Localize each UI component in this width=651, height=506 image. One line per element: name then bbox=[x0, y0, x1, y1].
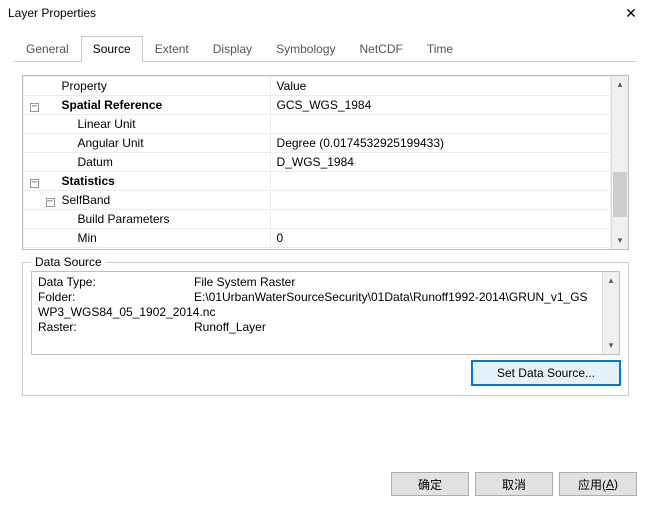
scroll-down-icon[interactable]: ▾ bbox=[612, 232, 628, 249]
tab-time[interactable]: Time bbox=[415, 36, 465, 62]
tab-extent[interactable]: Extent bbox=[143, 36, 201, 62]
scrollbar-vertical[interactable]: ▴ ▾ bbox=[611, 76, 628, 249]
row-linear-unit[interactable]: Linear Unit bbox=[24, 115, 611, 134]
title-bar: Layer Properties ✕ bbox=[0, 0, 651, 26]
prop-value bbox=[270, 172, 610, 191]
row-build-parameters[interactable]: Build Parameters bbox=[24, 210, 611, 229]
prop-label: Spatial Reference bbox=[56, 96, 271, 115]
close-icon[interactable]: ✕ bbox=[617, 3, 645, 23]
tab-strip: General Source Extent Display Symbology … bbox=[14, 36, 637, 62]
collapse-icon[interactable]: − bbox=[46, 198, 55, 207]
header-property: Property bbox=[56, 77, 271, 96]
prop-value: Degree (0.0174532925199433) bbox=[270, 134, 610, 153]
row-selfband[interactable]: − SelfBand bbox=[24, 191, 611, 210]
tab-symbology[interactable]: Symbology bbox=[264, 36, 347, 62]
property-grid[interactable]: Property Value − Spatial Reference GCS_W… bbox=[22, 75, 629, 250]
data-source-content: Data Type: File System Raster Folder:E:\… bbox=[32, 272, 602, 354]
row-angular-unit[interactable]: Angular Unit Degree (0.0174532925199433) bbox=[24, 134, 611, 153]
scroll-down-icon[interactable]: ▾ bbox=[603, 337, 619, 354]
scroll-up-icon[interactable]: ▴ bbox=[612, 76, 628, 93]
tab-netcdf[interactable]: NetCDF bbox=[348, 36, 415, 62]
tab-general[interactable]: General bbox=[14, 36, 81, 62]
ok-button[interactable]: 确定 bbox=[391, 472, 469, 496]
ds-row-datatype: Data Type: File System Raster bbox=[38, 275, 596, 290]
apply-button[interactable]: 应用(A) bbox=[559, 472, 637, 496]
data-source-group: Data Source Data Type: File System Raste… bbox=[22, 262, 629, 396]
ds-value: File System Raster bbox=[194, 275, 295, 290]
row-datum[interactable]: Datum D_WGS_1984 bbox=[24, 153, 611, 172]
dialog-button-bar: 确定 取消 应用(A) bbox=[391, 472, 637, 496]
row-max[interactable]: Max 17.31721496582031 bbox=[24, 248, 611, 250]
prop-label: Max bbox=[56, 248, 271, 250]
ds-row-folder: Folder:E:\01UrbanWaterSourceSecurity\01D… bbox=[38, 290, 596, 320]
prop-label: Build Parameters bbox=[56, 210, 271, 229]
prop-value bbox=[270, 191, 610, 210]
ds-label: Folder: bbox=[38, 290, 194, 305]
prop-value: 0 bbox=[270, 229, 610, 248]
cancel-button[interactable]: 取消 bbox=[475, 472, 553, 496]
row-spatial-reference[interactable]: − Spatial Reference GCS_WGS_1984 bbox=[24, 96, 611, 115]
prop-label: Angular Unit bbox=[56, 134, 271, 153]
ds-label: Raster: bbox=[38, 320, 194, 335]
data-source-legend: Data Source bbox=[31, 255, 106, 269]
prop-value: D_WGS_1984 bbox=[270, 153, 610, 172]
tab-panel-source: Property Value − Spatial Reference GCS_W… bbox=[14, 62, 637, 404]
window-title: Layer Properties bbox=[8, 6, 96, 20]
prop-value bbox=[270, 210, 610, 229]
scroll-up-icon[interactable]: ▴ bbox=[603, 272, 619, 289]
property-grid-body: Property Value − Spatial Reference GCS_W… bbox=[23, 76, 611, 249]
prop-label: Datum bbox=[56, 153, 271, 172]
header-value: Value bbox=[270, 77, 610, 96]
scroll-thumb[interactable] bbox=[613, 172, 627, 217]
prop-label: Min bbox=[56, 229, 271, 248]
data-source-box: Data Type: File System Raster Folder:E:\… bbox=[31, 271, 620, 355]
ds-value: Runoff_Layer bbox=[194, 320, 266, 335]
prop-value bbox=[270, 115, 610, 134]
prop-label: Linear Unit bbox=[56, 115, 271, 134]
ds-label: Data Type: bbox=[38, 275, 194, 290]
row-statistics[interactable]: − Statistics bbox=[24, 172, 611, 191]
prop-label: Statistics bbox=[56, 172, 271, 191]
scrollbar-vertical[interactable]: ▴ ▾ bbox=[602, 272, 619, 354]
collapse-icon[interactable]: − bbox=[30, 179, 39, 188]
tab-source[interactable]: Source bbox=[81, 36, 143, 62]
data-source-buttons: Set Data Source... bbox=[31, 361, 620, 385]
prop-value: GCS_WGS_1984 bbox=[270, 96, 610, 115]
ds-row-raster: Raster: Runoff_Layer bbox=[38, 320, 596, 335]
set-data-source-button[interactable]: Set Data Source... bbox=[472, 361, 620, 385]
collapse-icon[interactable]: − bbox=[30, 103, 39, 112]
row-min[interactable]: Min 0 bbox=[24, 229, 611, 248]
tab-display[interactable]: Display bbox=[201, 36, 264, 62]
prop-value: 17.31721496582031 bbox=[270, 248, 610, 250]
prop-label: SelfBand bbox=[56, 191, 271, 210]
